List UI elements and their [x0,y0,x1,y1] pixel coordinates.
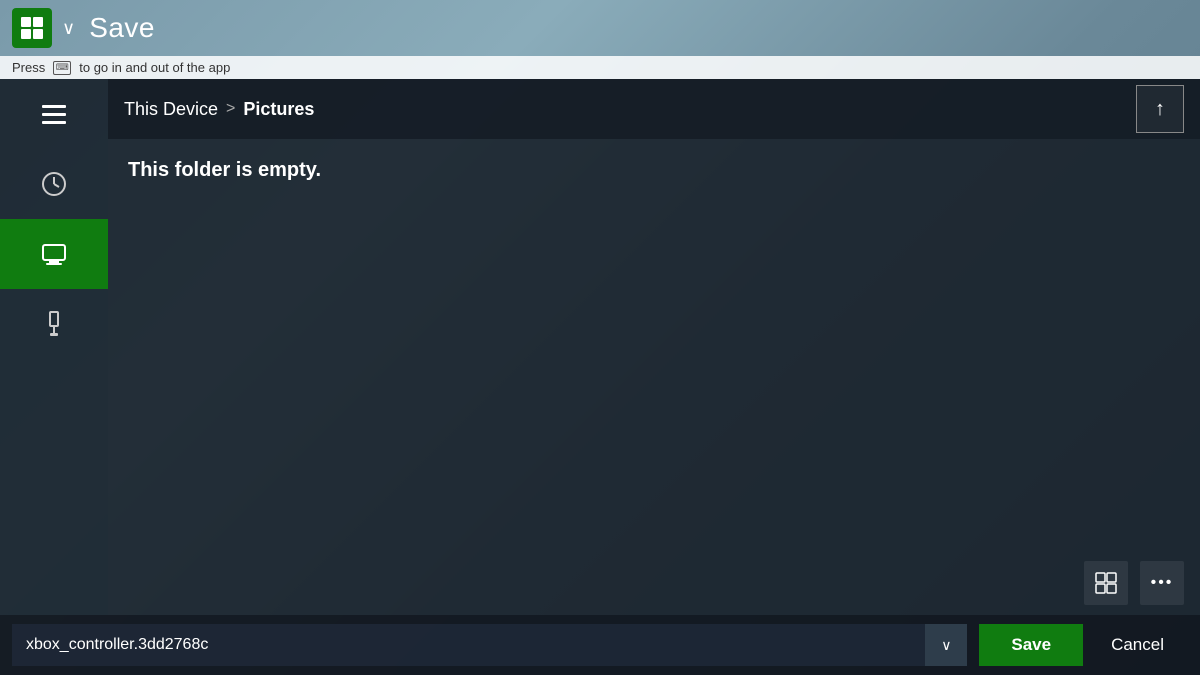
bottom-toolbar: ••• [108,551,1200,615]
hint-text-suffix: to go in and out of the app [79,60,230,75]
breadcrumb: This Device > Pictures [124,99,314,120]
sidebar-item-this-device[interactable] [0,219,108,289]
cancel-button[interactable]: Cancel [1087,624,1188,666]
title-bar: ∨ Save [0,0,1200,56]
main-panel: This Device > Pictures ↑ This folder is … [0,79,1200,615]
chevron-down-icon: ∨ [941,637,951,654]
app-icon[interactable] [12,8,52,48]
breadcrumb-separator: > [226,100,235,118]
empty-folder-message: This folder is empty. [128,159,321,181]
title-dropdown-arrow[interactable]: ∨ [62,18,75,39]
hint-bar: Press ⌨ to go in and out of the app [0,56,1200,79]
save-bar: ∨ Save Cancel [0,615,1200,675]
more-options-button[interactable]: ••• [1140,561,1184,605]
sidebar-item-menu[interactable] [0,79,108,149]
hint-text-prefix: Press [12,60,45,75]
filename-input[interactable] [12,624,925,666]
save-button[interactable]: Save [979,624,1083,666]
filename-dropdown-button[interactable]: ∨ [925,624,967,666]
hamburger-icon [42,105,66,124]
view-icon [1095,572,1117,594]
breadcrumb-current: Pictures [243,99,314,120]
breadcrumb-bar: This Device > Pictures ↑ [108,79,1200,139]
sidebar-item-recent[interactable] [0,149,108,219]
device-icon [40,240,68,268]
breadcrumb-root[interactable]: This Device [124,99,218,120]
more-icon: ••• [1151,574,1174,592]
folder-content: This folder is empty. [108,139,1200,551]
sidebar-item-usb[interactable] [0,289,108,359]
up-arrow-icon: ↑ [1155,98,1165,121]
keyboard-icon: ⌨ [53,61,71,75]
up-button[interactable]: ↑ [1136,85,1184,133]
ui-overlay: ∨ Save Press ⌨ to go in and out of the a… [0,0,1200,675]
sidebar [0,79,108,615]
app-title: Save [89,12,155,44]
view-toggle-button[interactable] [1084,561,1128,605]
usb-icon [40,310,68,338]
content-area: This Device > Pictures ↑ This folder is … [108,79,1200,615]
clock-icon [40,170,68,198]
